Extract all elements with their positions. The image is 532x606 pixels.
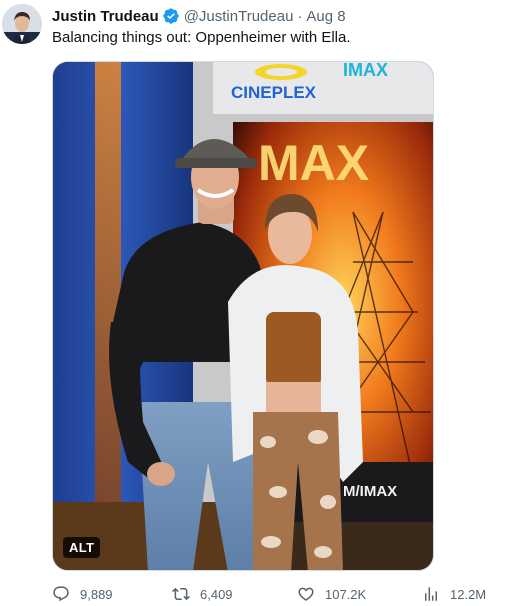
reply-icon — [53, 586, 69, 602]
cineplex-sign: CINEPLEX — [231, 83, 317, 102]
repost-count: 6,409 — [200, 586, 233, 602]
tweet-header: Justin Trudeau @JustinTrudeau · Aug 8 — [52, 6, 346, 26]
tweet-date[interactable]: Aug 8 — [306, 8, 345, 25]
reply-button[interactable]: 9,889 — [52, 583, 113, 605]
poster-text: MAX — [258, 135, 369, 191]
heart-icon — [298, 587, 314, 601]
repost-button[interactable]: 6,409 — [172, 583, 233, 605]
repost-icon — [172, 587, 190, 601]
views-button[interactable]: 12.2M — [422, 583, 486, 605]
verified-badge-icon — [162, 7, 180, 25]
imax-sign: IMAX — [343, 62, 388, 80]
action-bar: 9,889 6,409 107.2K 12.2M — [52, 583, 492, 605]
views-count: 12.2M — [450, 586, 487, 602]
like-button[interactable]: 107.2K — [297, 583, 366, 605]
like-count: 107.2K — [325, 586, 367, 602]
tweet-photo[interactable]: CINEPLEX IMAX MAX M/IMAX ALT — [52, 61, 434, 571]
alt-text-badge[interactable]: ALT — [63, 537, 101, 558]
reply-count: 9,889 — [80, 586, 113, 602]
views-chart-icon — [425, 587, 437, 601]
separator-dot: · — [297, 7, 303, 25]
author-handle[interactable]: @JustinTrudeau — [184, 8, 294, 25]
avatar-image — [2, 4, 42, 44]
tweet: Justin Trudeau @JustinTrudeau · Aug 8 Ba… — [0, 0, 532, 606]
lower-imax-sign: M/IMAX — [343, 483, 397, 500]
tweet-text: Balancing things out: Oppenheimer with E… — [52, 29, 351, 46]
author-name[interactable]: Justin Trudeau — [52, 8, 159, 25]
avatar[interactable] — [2, 4, 42, 44]
photo-image: CINEPLEX IMAX MAX M/IMAX — [53, 62, 433, 570]
